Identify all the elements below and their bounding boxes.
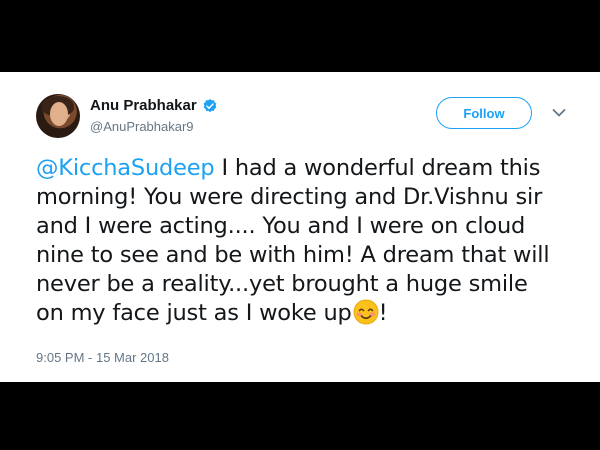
user-info: Anu Prabhakar @AnuPrabhakar9 — [90, 97, 218, 134]
avatar[interactable] — [36, 94, 80, 138]
tweet-card: Anu Prabhakar @AnuPrabhakar9 Follow @Kic… — [0, 72, 600, 382]
display-name-row[interactable]: Anu Prabhakar — [90, 97, 218, 114]
tweet-trailing-text: ! — [378, 300, 388, 326]
avatar-face — [50, 102, 68, 126]
smiling-face-with-smiling-eyes-icon — [353, 299, 379, 325]
verified-badge-icon — [203, 98, 217, 112]
mention-link[interactable]: @KicchaSudeep — [36, 155, 215, 181]
tweet-text: @KicchaSudeep I had a wonderful dream th… — [36, 154, 556, 328]
chevron-down-icon[interactable] — [552, 108, 566, 118]
display-name[interactable]: Anu Prabhakar — [90, 97, 197, 114]
follow-button[interactable]: Follow — [436, 97, 532, 129]
timestamp[interactable]: 9:05 PM - 15 Mar 2018 — [36, 350, 169, 365]
user-handle[interactable]: @AnuPrabhakar9 — [90, 119, 218, 134]
